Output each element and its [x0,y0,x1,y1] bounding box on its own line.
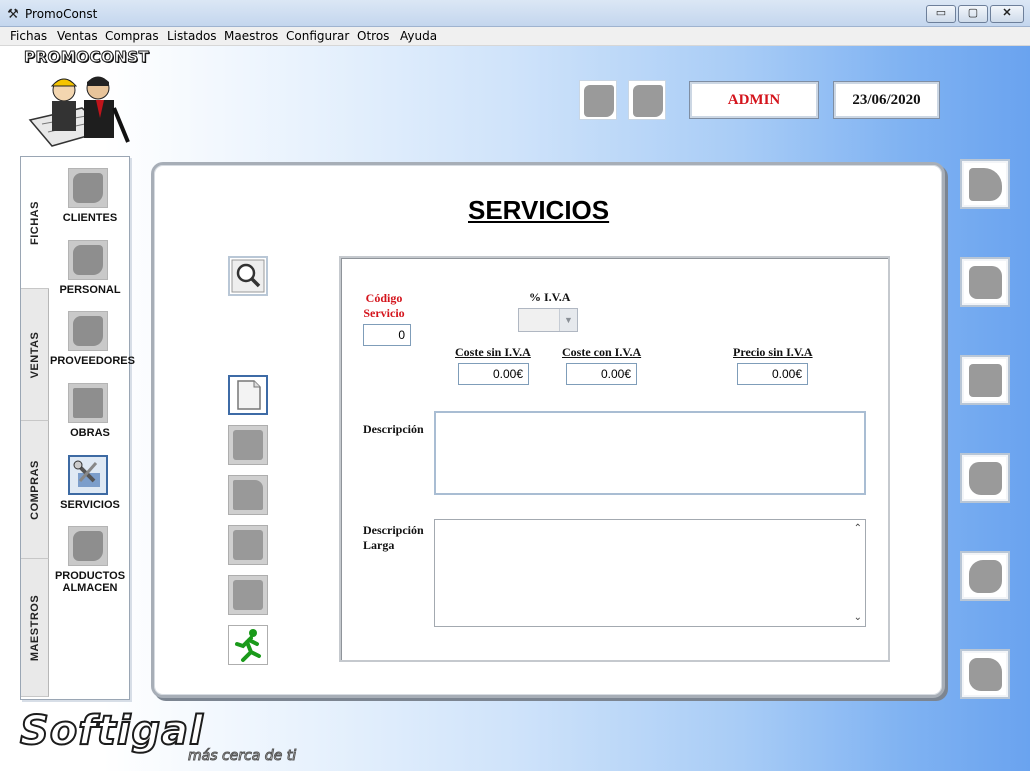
new-record-button[interactable] [228,375,268,415]
nav-proveedores[interactable]: PROVEEDORES [50,310,135,370]
menu-listados[interactable]: Listados [167,29,217,43]
app-icon: ⚒ [7,6,19,21]
right-sidebar-button[interactable] [960,551,1010,601]
new-document-icon [237,380,261,410]
descripcion-larga-textarea[interactable]: ⌃ ⌄ [434,519,866,627]
productos-icon [68,526,108,566]
softigal-tagline: más cerca de ti [187,748,297,765]
precio-sin-iva-label: Precio sin I.V.A [733,345,813,359]
delete-record-button[interactable] [228,525,268,565]
title-bar: ⚒ PromoConst ▭ ▢ ✕ [0,0,1030,27]
engineers-logo-image [28,76,130,147]
nav-clientes[interactable]: CLIENTES [50,167,130,227]
current-user-badge: ADMIN [689,81,819,119]
scroll-up-arrow[interactable]: ⌃ [854,523,862,534]
tab-compras[interactable]: COMPRAS [21,421,49,559]
left-navigation-panel: FICHAS VENTAS COMPRAS MAESTROS CLIENTES … [20,156,135,700]
minimize-button[interactable]: ▭ [926,5,956,23]
right-sidebar-button[interactable] [960,355,1010,405]
tab-ventas-label: VENTAS [28,331,41,378]
page-title: SERVICIOS [468,195,610,225]
codigo-servicio-label: Código Servicio [363,291,405,320]
right-sidebar-button[interactable] [960,257,1010,307]
coste-con-iva-label: Coste con I.V.A [562,345,642,359]
softigal-logo: Softigal [19,707,204,755]
proveedores-icon [68,311,108,351]
tab-maestros-label: MAESTROS [28,594,41,661]
nav-personal[interactable]: PERSONAL [50,239,130,299]
exit-button[interactable] [228,625,268,665]
menu-ventas[interactable]: Ventas [57,29,98,43]
save-record-button[interactable] [228,425,268,465]
nav-clientes-label: CLIENTES [62,212,118,224]
menu-configurar[interactable]: Configurar [286,29,349,43]
right-sidebar-button[interactable] [960,159,1010,209]
tab-compras-label: COMPRAS [28,459,41,520]
right-sidebar-button[interactable] [960,649,1010,699]
menu-maestros[interactable]: Maestros [224,29,278,43]
coste-sin-iva-label: Coste sin I.V.A [455,345,531,359]
gray-icon-button[interactable] [579,80,617,120]
gray-icon-button[interactable] [628,80,666,120]
clientes-icon [68,168,108,208]
tab-fichas[interactable]: FICHAS [21,157,49,289]
menu-bar: Fichas Ventas Compras Listados Maestros … [0,27,1030,46]
iva-select[interactable]: ▼ [518,308,578,332]
nav-servicios-label: SERVICIOS [60,499,120,511]
tab-ventas[interactable]: VENTAS [21,289,49,421]
nav-productos-label: PRODUCTOS ALMACEN [54,570,126,594]
nav-productos-almacen[interactable]: PRODUCTOS ALMACEN [50,525,130,595]
print-record-button[interactable] [228,575,268,615]
nav-servicios[interactable]: SERVICIOS [50,454,130,514]
obras-icon [68,383,108,423]
tab-maestros[interactable]: MAESTROS [21,559,49,697]
descripcion-textarea[interactable] [434,411,866,495]
chevron-down-icon[interactable]: ▼ [559,309,577,331]
nav-personal-label: PERSONAL [59,284,121,296]
magnifier-icon [231,259,265,293]
close-button[interactable]: ✕ [990,5,1024,23]
tab-fichas-label: FICHAS [29,200,41,245]
nav-obras[interactable]: OBRAS [50,382,130,442]
nav-proveedores-label: PROVEEDORES [50,355,135,367]
coste-sin-iva-field[interactable]: 0.00€ [458,363,529,385]
precio-sin-iva-field[interactable]: 0.00€ [737,363,808,385]
maximize-button[interactable]: ▢ [958,5,988,23]
current-date-display: 23/06/2020 [833,81,940,119]
descripcion-larga-label: Descripción Larga [363,523,424,552]
menu-otros[interactable]: Otros [357,29,389,43]
descripcion-label: Descripción [363,422,424,436]
window-title: PromoConst [25,7,98,21]
coste-con-iva-field[interactable]: 0.00€ [566,363,637,385]
iva-label: % I.V.A [529,290,571,304]
scroll-down-arrow[interactable]: ⌄ [854,612,862,623]
promoconst-logo-text: PROMOCONST [23,48,150,67]
menu-compras[interactable]: Compras [105,29,159,43]
codigo-servicio-field[interactable]: 0 [363,324,411,346]
nav-obras-label: OBRAS [70,427,110,439]
edit-record-button[interactable] [228,475,268,515]
menu-fichas[interactable]: Fichas [10,29,47,43]
servicios-tools-icon [68,455,108,495]
running-man-exit-icon [235,629,261,662]
search-button[interactable] [228,256,268,296]
menu-ayuda[interactable]: Ayuda [400,29,437,43]
personal-icon [68,240,108,280]
right-sidebar-button[interactable] [960,453,1010,503]
